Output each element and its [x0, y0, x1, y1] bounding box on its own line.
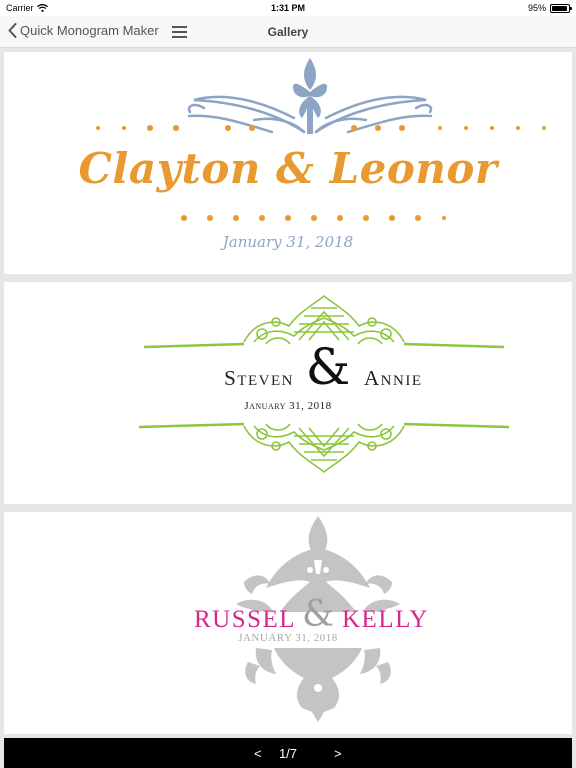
decorative-dot [438, 126, 442, 130]
back-button-label: Quick Monogram Maker [20, 23, 159, 38]
monogram-name-right: KELLY [342, 606, 429, 633]
next-page-button[interactable]: > [334, 746, 342, 761]
decorative-dot [337, 215, 343, 221]
monogram-name-left: RUSSEL [194, 606, 297, 633]
decorative-dot [415, 215, 421, 221]
ornament-artwork [138, 294, 510, 474]
battery-icon [550, 3, 572, 13]
monogram-ampersand: & [301, 594, 335, 635]
monogram-date: JANUARY 31, 2018 [238, 632, 338, 644]
decorative-dot [225, 125, 231, 131]
decorative-dot [399, 125, 405, 131]
back-button[interactable]: Quick Monogram Maker [8, 23, 159, 38]
gallery-item-2[interactable]: Steven & Annie January 31, 2018 [4, 282, 572, 504]
decorative-dot [96, 126, 100, 130]
battery-percent: 95% [527, 3, 546, 13]
decorative-dot [490, 126, 494, 130]
decorative-dot [147, 125, 153, 131]
status-time: 1:31 PM [270, 3, 305, 13]
decorative-dot [542, 126, 546, 130]
monogram-ampersand: & [305, 338, 351, 396]
decorative-dot [173, 125, 179, 131]
decorative-dot [442, 216, 446, 220]
decorative-dot [285, 215, 291, 221]
pager-bar: < 1/7 > [4, 738, 572, 768]
status-bar: Carrier 1:31 PM 95% [0, 0, 576, 16]
monogram-date: January 31, 2018 [222, 233, 354, 251]
decorative-dot [122, 126, 126, 130]
decorative-dot [233, 215, 239, 221]
decorative-dot [351, 125, 357, 131]
monogram-name-left: Steven [224, 366, 294, 390]
previous-page-button[interactable]: < [254, 746, 262, 761]
hamburger-menu-icon[interactable] [170, 24, 190, 40]
battery-level-fill [552, 5, 568, 11]
decorative-dot [249, 125, 255, 131]
monogram-name-right: Annie [364, 366, 423, 390]
navigation-bar: Quick Monogram Maker Gallery [0, 16, 576, 48]
decorative-dot [207, 215, 213, 221]
dot-divider-bottom [181, 215, 446, 221]
page-counter: 1/7 [278, 746, 298, 761]
decorative-dot [464, 126, 468, 130]
decorative-dot [389, 215, 395, 221]
monogram-date: January 31, 2018 [244, 400, 332, 412]
gallery-item-1[interactable]: Clayton & Leonor January 31, 2018 [4, 52, 572, 274]
decorative-dot [311, 215, 317, 221]
decorative-dot [259, 215, 265, 221]
monogram-names: Clayton & Leonor [78, 144, 498, 193]
battery-indicator: 95% [527, 3, 572, 13]
decorative-dot [181, 215, 187, 221]
decorative-dot [363, 215, 369, 221]
decorative-dot [516, 126, 520, 130]
chevron-left-icon [8, 23, 17, 38]
decorative-dot [375, 125, 381, 131]
gallery-item-3[interactable]: RUSSEL & KELLY JANUARY 31, 2018 [4, 512, 572, 734]
